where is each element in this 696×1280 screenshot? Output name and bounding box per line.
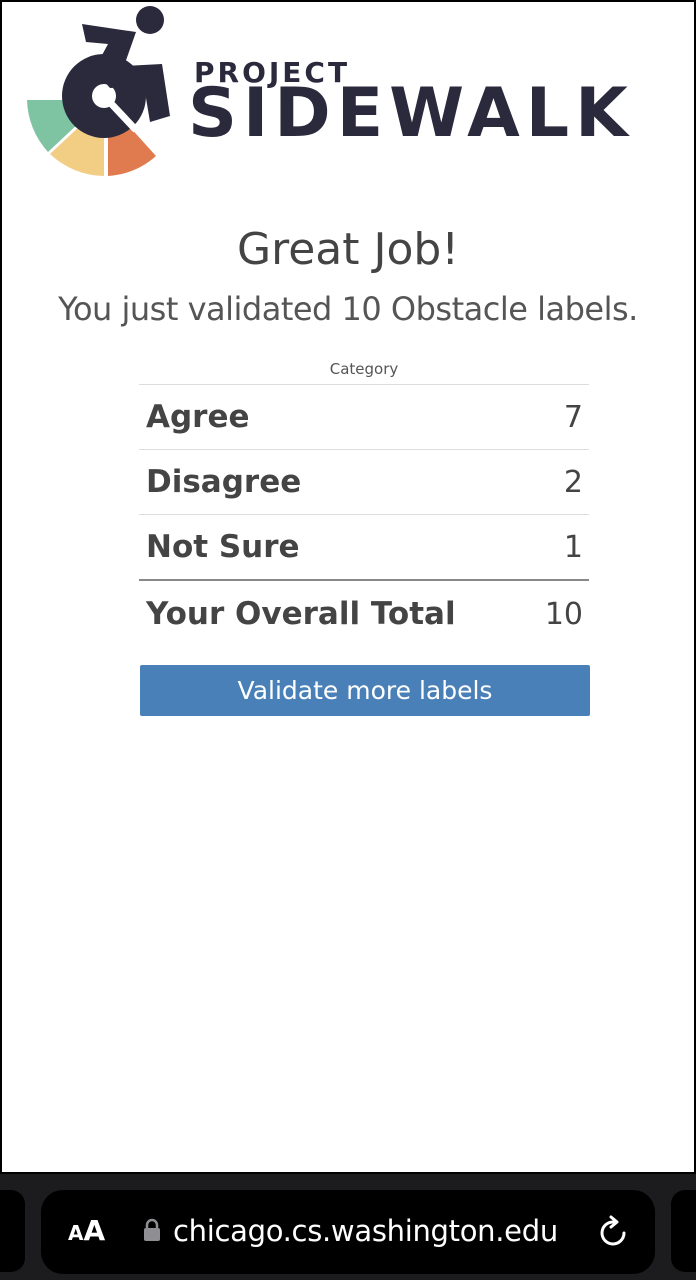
stats-row-disagree: Disagree 2 — [139, 450, 589, 515]
previous-tab-preview[interactable] — [0, 1190, 25, 1272]
stats-row-total: Your Overall Total 10 — [139, 579, 589, 647]
total-value: 10 — [544, 596, 583, 632]
total-label: Your Overall Total — [146, 596, 456, 632]
page-viewport: PROJECT SIDEWALK Great Job! You just val… — [0, 0, 696, 1174]
row-label: Agree — [146, 399, 250, 435]
page-title: Great Job! — [237, 224, 459, 275]
logo-sidewalk-text: SIDEWALK — [188, 74, 634, 153]
validation-summary-text: You just validated 10 Obstacle labels. — [58, 290, 638, 328]
address-bar[interactable]: AA chicago.cs.washington.edu — [41, 1190, 655, 1274]
next-tab-preview[interactable] — [671, 1190, 696, 1272]
row-label: Not Sure — [146, 529, 300, 565]
wheelchair-logo-icon — [27, 6, 170, 176]
validate-more-labels-button[interactable]: Validate more labels — [140, 665, 590, 716]
text-size-icon[interactable]: AA — [68, 1214, 105, 1247]
validation-stats-table: Category Agree 7 Disagree 2 Not Sure 1 Y… — [139, 354, 589, 647]
row-value: 2 — [563, 464, 583, 500]
row-value: 7 — [563, 399, 583, 435]
lock-icon — [144, 1218, 160, 1241]
project-sidewalk-logo[interactable]: PROJECT SIDEWALK — [24, 4, 684, 184]
row-value: 1 — [563, 529, 583, 565]
stats-row-not-sure: Not Sure 1 — [139, 515, 589, 579]
row-label: Disagree — [146, 464, 302, 500]
url-text[interactable]: chicago.cs.washington.edu — [173, 1214, 558, 1248]
category-header: Category — [139, 354, 589, 385]
reload-icon[interactable] — [598, 1215, 630, 1249]
browser-toolbar: AA chicago.cs.washington.edu — [0, 1174, 696, 1280]
stats-row-agree: Agree 7 — [139, 385, 589, 450]
